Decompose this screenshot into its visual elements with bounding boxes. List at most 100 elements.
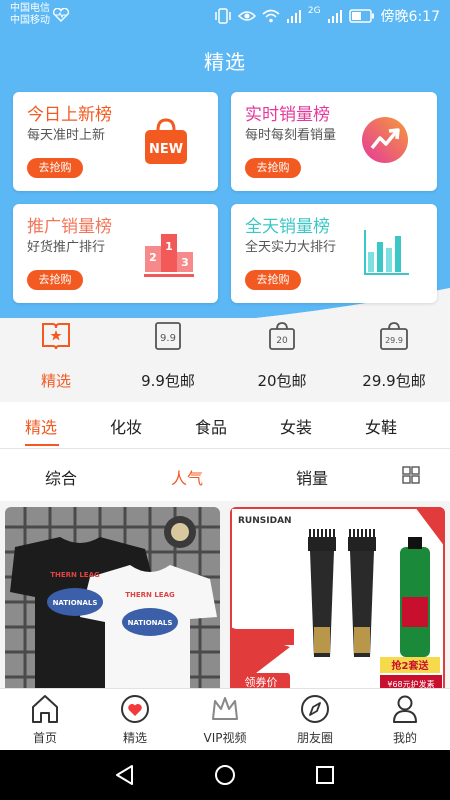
podium-number: 2 — [149, 251, 157, 264]
signal-icon-1 — [286, 10, 301, 23]
podium-number: 1 — [165, 240, 173, 253]
tab-active-indicator — [25, 444, 59, 446]
category-label: 精选 — [40, 372, 71, 390]
rank-card-subtitle: 好货推广排行 — [27, 240, 106, 255]
nav-vip-video[interactable]: VIP视频 — [180, 689, 270, 751]
buy-now-button[interactable]: 去抢购 — [245, 158, 301, 178]
nav-featured[interactable]: 精选 — [90, 689, 180, 751]
carrier-2: 中国移动 — [10, 15, 50, 26]
nav-moments[interactable]: 朋友圈 — [270, 689, 360, 751]
status-icons: 2G 傍晚6:17 — [214, 6, 440, 26]
rank-card-title: 今日上新榜 — [27, 105, 112, 125]
category-tabs: 精选 化妆 食品 女装 女鞋 — [0, 402, 450, 448]
rank-card-realtime[interactable]: 实时销量榜 每时每刻看销量 去抢购 — [231, 92, 437, 191]
podium-number: 3 — [181, 256, 189, 269]
trend-up-icon — [362, 117, 408, 163]
carrier-info: 中国电信 中国移动 — [10, 3, 50, 27]
buy-now-button[interactable]: 去抢购 — [245, 270, 301, 290]
product-card-comb-dye[interactable]: RUNSIDAN 领券价 抢2套送 ¥68元护发素 — [230, 507, 445, 689]
rank-card-subtitle: 每时每刻看销量 — [245, 128, 337, 143]
rank-card-new[interactable]: 今日上新榜 每天准时上新 去抢购 NEW — [13, 92, 218, 191]
bag-20-icon: 20 — [269, 322, 295, 350]
sort-sales[interactable]: 销量 — [296, 465, 328, 489]
shirt-print-text: NATIONALS — [128, 619, 173, 627]
grid-view-icon[interactable] — [402, 466, 420, 484]
heart-circle-icon — [121, 695, 149, 723]
nav-label: VIP视频 — [203, 731, 247, 745]
category-label: 9.9包邮 — [141, 372, 195, 390]
tab-womens-clothing[interactable]: 女装 — [280, 414, 312, 438]
product-image-comb-dye: RUNSIDAN 领券价 抢2套送 ¥68元护发素 — [230, 507, 445, 689]
category-20[interactable]: 20 20包邮 — [232, 318, 332, 400]
person-icon — [393, 695, 417, 723]
rank-card-promo[interactable]: 推广销量榜 好货推广排行 去抢购 1 2 3 — [13, 204, 218, 303]
clock: 傍晚6:17 — [380, 9, 440, 25]
rank-card-title: 全天销量榜 — [245, 217, 330, 237]
eye-icon — [237, 11, 256, 21]
status-bar: 中国电信 中国移动 2G 傍晚6:17 — [0, 0, 450, 32]
nav-label: 首页 — [32, 731, 57, 745]
page-title: 精选 — [204, 50, 246, 74]
sort-bar: 综合 人气 销量 — [0, 449, 450, 501]
podium-icon: 1 2 3 — [144, 234, 194, 277]
nav-profile[interactable]: 我的 — [360, 689, 450, 751]
rank-card-title: 推广销量榜 — [27, 217, 112, 237]
category-9-9[interactable]: 9.9 9.9包邮 — [118, 318, 218, 400]
wifi-icon — [262, 9, 280, 23]
tab-food[interactable]: 食品 — [195, 414, 227, 438]
category-label: 20包邮 — [257, 372, 307, 390]
category-label: 29.9包邮 — [362, 372, 426, 390]
coupon-price-label: 领券价 — [245, 675, 278, 689]
home-icon — [32, 695, 58, 723]
new-badge-text: NEW — [149, 142, 183, 157]
bag-299-icon: 29.9 — [380, 322, 408, 350]
tab-featured[interactable]: 精选 — [25, 414, 57, 438]
shirt-print-text: NATIONALS — [53, 599, 98, 607]
signal-icon-2 — [327, 10, 342, 23]
bottom-nav: 首页 精选 VIP视频 朋友圈 我的 — [0, 688, 450, 750]
bag-299-icon-text: 29.9 — [385, 336, 403, 345]
product-card-tshirt[interactable]: THERN LEAG NATIONALS THERN LEAG NATIONAL… — [5, 507, 220, 689]
back-icon[interactable] — [114, 764, 136, 786]
nav-home[interactable]: 首页 — [0, 689, 90, 751]
book-star-icon — [42, 323, 70, 350]
buy-now-button[interactable]: 去抢购 — [27, 270, 83, 290]
category-row: 精选 9.9 9.9包邮 20 20包邮 29.9 29.9包邮 — [0, 318, 450, 400]
tab-makeup[interactable]: 化妆 — [110, 414, 142, 438]
health-heart-icon — [52, 8, 70, 22]
system-nav-bar — [0, 750, 450, 800]
network-type-label: 2G — [307, 6, 321, 16]
product-image-tshirts: THERN LEAG NATIONALS THERN LEAG NATIONAL… — [5, 507, 220, 689]
brand-logo-text: RUNSIDAN — [238, 516, 292, 526]
home-circle-icon[interactable] — [214, 764, 236, 786]
recents-icon[interactable] — [314, 764, 336, 786]
product-grid: THERN LEAG NATIONALS THERN LEAG NATIONAL… — [0, 501, 450, 689]
shirt-print-text: THERN LEAG — [125, 591, 175, 599]
nav-label: 精选 — [122, 731, 147, 745]
vibrate-icon — [215, 8, 231, 24]
buy-now-button[interactable]: 去抢购 — [27, 158, 83, 178]
rank-card-title: 实时销量榜 — [245, 105, 330, 125]
nav-label: 我的 — [392, 731, 417, 745]
rank-card-subtitle: 每天准时上新 — [27, 128, 106, 143]
bag-20-icon-text: 20 — [276, 336, 288, 346]
shopping-bag-new-icon: NEW — [145, 118, 187, 164]
tag-99-icon: 9.9 — [155, 322, 181, 350]
shirt-print-text: THERN LEAG — [50, 571, 100, 579]
compass-icon — [301, 695, 329, 723]
carrier-1: 中国电信 — [10, 3, 50, 14]
bar-chart-icon — [364, 230, 409, 275]
rank-card-subtitle: 全天实力大排行 — [245, 240, 337, 255]
top-header: 精选 — [0, 32, 450, 88]
sort-popularity[interactable]: 人气 — [171, 465, 203, 489]
rank-card-allday[interactable]: 全天销量榜 全天实力大排行 去抢购 — [231, 204, 437, 303]
sort-overall[interactable]: 综合 — [45, 465, 77, 489]
tab-womens-shoes[interactable]: 女鞋 — [365, 414, 397, 438]
promo-buy-two-label: 抢2套送 — [392, 659, 430, 672]
category-29-9[interactable]: 29.9 29.9包邮 — [344, 318, 444, 400]
battery-icon — [348, 9, 374, 23]
crown-icon — [212, 697, 238, 720]
category-featured[interactable]: 精选 — [6, 318, 106, 400]
tag-99-icon-text: 9.9 — [160, 333, 176, 344]
nav-label: 朋友圈 — [296, 731, 333, 745]
